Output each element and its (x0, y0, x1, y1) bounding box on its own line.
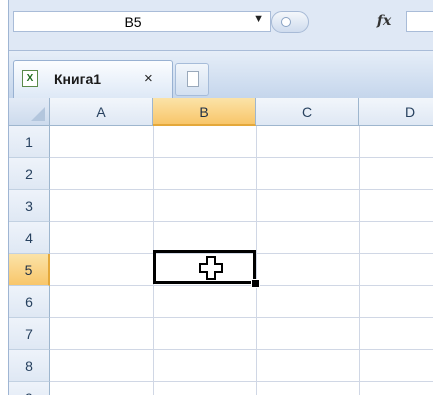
fill-handle[interactable] (251, 279, 260, 288)
gridline (50, 285, 433, 286)
gridline (50, 317, 433, 318)
new-tab-button[interactable] (175, 63, 209, 96)
gridline (359, 126, 360, 395)
gridline (50, 189, 433, 190)
column-header-a[interactable]: A (50, 98, 153, 126)
formula-bar-resize-handle[interactable] (271, 11, 309, 33)
select-all-triangle-icon (31, 107, 45, 121)
row-header-5[interactable]: 5 (9, 254, 50, 286)
name-box-value[interactable]: B5 (14, 14, 252, 30)
select-all-button[interactable] (9, 98, 50, 126)
insert-function-button[interactable]: fx (364, 11, 404, 32)
column-header-d[interactable]: D (359, 98, 433, 126)
row-header-9[interactable]: 9 (9, 382, 50, 395)
new-document-icon (187, 71, 199, 87)
excel-window: B5 ▼ fx X Книга1 × A B C D 1 2 3 4 5 6 7 (8, 0, 433, 395)
worksheet-grid[interactable]: A B C D 1 2 3 4 5 6 7 8 9 (9, 98, 433, 395)
plus-cursor-icon (199, 256, 223, 280)
formula-input[interactable] (406, 11, 433, 32)
tab-workbook[interactable]: X Книга1 × (13, 60, 173, 99)
gridline (50, 157, 433, 158)
excel-workbook-icon: X (22, 70, 38, 87)
row-header-7[interactable]: 7 (9, 318, 50, 350)
name-box[interactable]: B5 ▼ (13, 11, 271, 32)
column-header-c[interactable]: C (256, 98, 359, 126)
row-header-3[interactable]: 3 (9, 190, 50, 222)
row-header-6[interactable]: 6 (9, 286, 50, 318)
gridline (256, 126, 257, 395)
close-icon[interactable]: × (144, 70, 153, 87)
formula-bar: B5 ▼ fx (9, 0, 433, 50)
name-box-dropdown-icon[interactable]: ▼ (253, 13, 264, 25)
tab-title[interactable]: Книга1 (54, 71, 101, 87)
workbook-tab-strip: X Книга1 × (9, 50, 433, 99)
row-header-8[interactable]: 8 (9, 350, 50, 382)
column-header-b[interactable]: B (153, 98, 256, 126)
gridline (50, 349, 433, 350)
row-header-4[interactable]: 4 (9, 222, 50, 254)
row-header-1[interactable]: 1 (9, 126, 50, 158)
gridline (50, 381, 433, 382)
gridline (50, 221, 433, 222)
handle-dot (281, 17, 291, 27)
row-header-2[interactable]: 2 (9, 158, 50, 190)
